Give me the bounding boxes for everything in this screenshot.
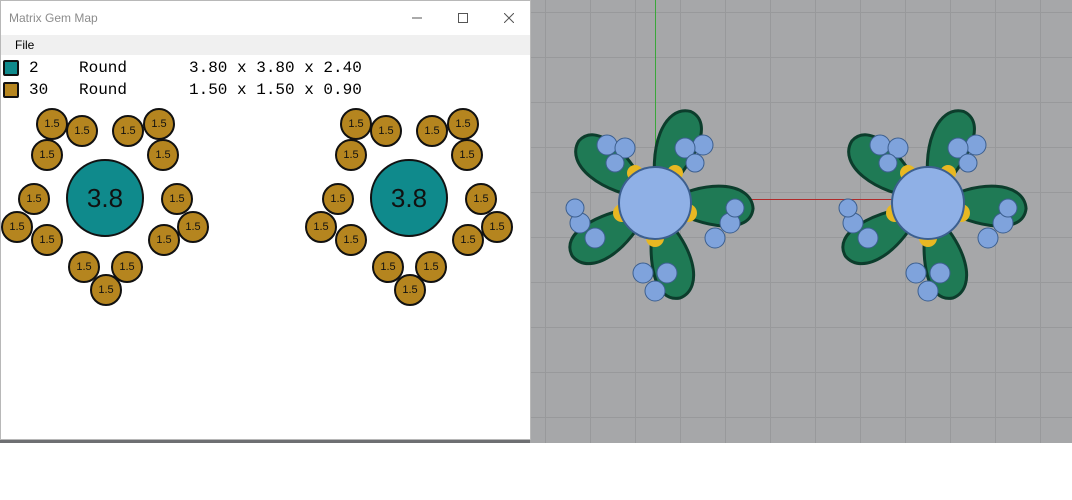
gem-small[interactable]: 1.5 xyxy=(305,211,337,243)
gem-small[interactable]: 1.5 xyxy=(394,274,426,306)
window-title: Matrix Gem Map xyxy=(9,11,98,25)
earring-model-right[interactable] xyxy=(823,108,1033,313)
gem-small[interactable]: 1.5 xyxy=(447,108,479,140)
gem-dimensions: 3.80 x 3.80 x 2.40 xyxy=(189,59,362,77)
gem-small[interactable]: 1.5 xyxy=(370,115,402,147)
maximize-icon xyxy=(458,13,468,23)
close-button[interactable] xyxy=(486,1,532,35)
rhino-3d-viewport[interactable] xyxy=(530,0,1072,443)
gem-small[interactable]: 1.5 xyxy=(90,274,122,306)
gem-small[interactable]: 1.5 xyxy=(416,115,448,147)
minimize-button[interactable] xyxy=(394,1,440,35)
gem-row-small: 30 Round 1.50 x 1.50 x 0.90 xyxy=(1,79,531,101)
earring-model-left[interactable] xyxy=(550,108,760,313)
gem-small[interactable]: 1.5 xyxy=(143,108,175,140)
gem-row-large: 2 Round 3.80 x 3.80 x 2.40 xyxy=(1,57,531,79)
gem-small[interactable]: 1.5 xyxy=(161,183,193,215)
gem-small[interactable]: 1.5 xyxy=(452,224,484,256)
gold-swatch xyxy=(3,82,19,98)
gem-small[interactable]: 1.5 xyxy=(36,108,68,140)
gem-shape: Round xyxy=(79,81,128,99)
maximize-button[interactable] xyxy=(440,1,486,35)
gem-count: 2 xyxy=(29,59,39,77)
gem-small[interactable]: 1.5 xyxy=(335,139,367,171)
gem-map-window: Matrix Gem Map File 2 Round 3.80 x 3.80 … xyxy=(0,0,531,440)
title-bar[interactable]: Matrix Gem Map xyxy=(1,1,530,35)
gem-small[interactable]: 1.5 xyxy=(322,183,354,215)
gem-small[interactable]: 1.5 xyxy=(31,224,63,256)
gem-dimensions: 1.50 x 1.50 x 0.90 xyxy=(189,81,362,99)
gem-small[interactable]: 1.5 xyxy=(18,183,50,215)
menu-file[interactable]: File xyxy=(15,38,34,52)
gem-small[interactable]: 1.5 xyxy=(465,183,497,215)
minimize-icon xyxy=(412,17,422,19)
gem-small[interactable]: 1.5 xyxy=(1,211,33,243)
close-icon xyxy=(504,13,514,23)
gem-large[interactable]: 3.8 xyxy=(370,159,448,237)
gem-small[interactable]: 1.5 xyxy=(112,115,144,147)
gem-small[interactable]: 1.5 xyxy=(481,211,513,243)
gem-small[interactable]: 1.5 xyxy=(148,224,180,256)
menu-bar: File xyxy=(1,35,530,55)
gem-small[interactable]: 1.5 xyxy=(177,211,209,243)
gem-small[interactable]: 1.5 xyxy=(31,139,63,171)
gem-small[interactable]: 1.5 xyxy=(340,108,372,140)
gem-large[interactable]: 3.8 xyxy=(66,159,144,237)
gem-small[interactable]: 1.5 xyxy=(147,139,179,171)
gem-small[interactable]: 1.5 xyxy=(451,139,483,171)
gem-count: 30 xyxy=(29,81,49,99)
teal-swatch xyxy=(3,60,19,76)
gem-small[interactable]: 1.5 xyxy=(66,115,98,147)
gem-shape: Round xyxy=(79,59,128,77)
gem-small[interactable]: 1.5 xyxy=(335,224,367,256)
